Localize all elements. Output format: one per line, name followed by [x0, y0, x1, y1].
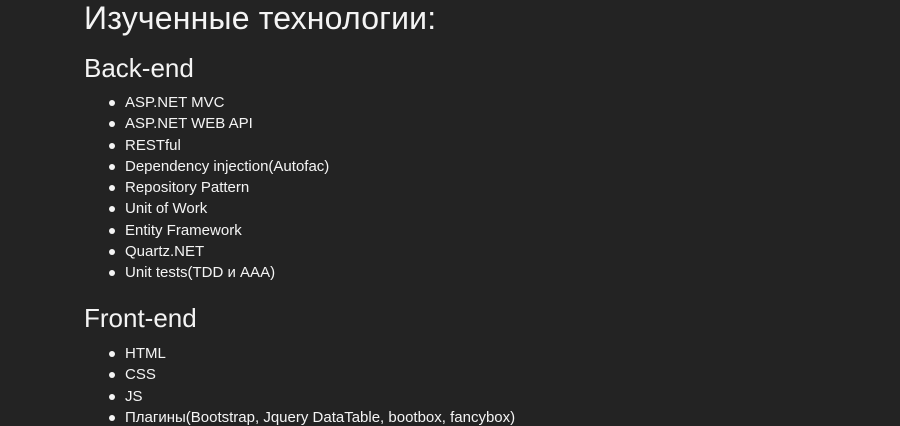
- list-item: Unit of Work: [108, 198, 329, 219]
- frontend-tech-list: HTML CSS JS Плагины(Bootstrap, Jquery Da…: [108, 343, 515, 426]
- list-item: Unit tests(TDD и AAA): [108, 262, 329, 283]
- list-item: Quartz.NET: [108, 241, 329, 262]
- backend-section-title: Back-end: [84, 53, 194, 83]
- list-item: JS: [108, 386, 515, 407]
- list-item: ASP.NET WEB API: [108, 113, 329, 134]
- list-item: RESTful: [108, 135, 329, 156]
- list-item: Entity Framework: [108, 220, 329, 241]
- backend-tech-list: ASP.NET MVC ASP.NET WEB API RESTful Depe…: [108, 92, 329, 284]
- list-item: ASP.NET MVC: [108, 92, 329, 113]
- frontend-section-title: Front-end: [84, 303, 197, 333]
- list-item: Плагины(Bootstrap, Jquery DataTable, boo…: [108, 407, 515, 426]
- list-item: Repository Pattern: [108, 177, 329, 198]
- list-item: Dependency injection(Autofac): [108, 156, 329, 177]
- list-item: HTML: [108, 343, 515, 364]
- page-title: Изученные технологии:: [84, 0, 437, 36]
- list-item: CSS: [108, 364, 515, 385]
